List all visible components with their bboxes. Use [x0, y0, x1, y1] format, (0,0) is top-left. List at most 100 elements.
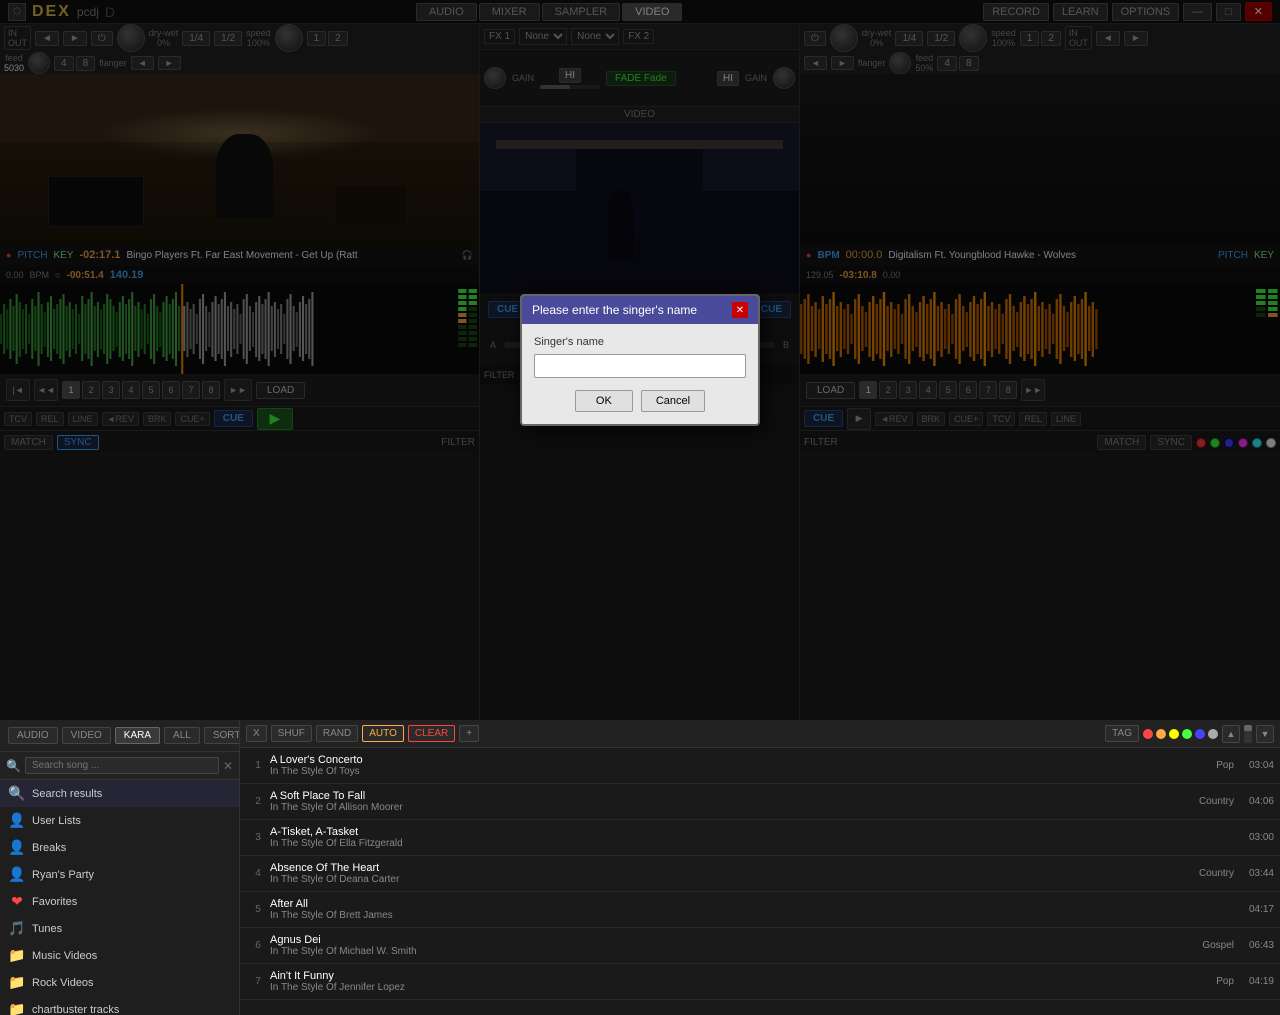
- track-num: 4: [246, 868, 270, 879]
- tag-color-orange[interactable]: [1156, 729, 1166, 739]
- track-artist: In The Style Of Ella Fitzgerald: [270, 838, 1164, 849]
- favorites-icon: ❤: [8, 893, 26, 910]
- track-artist: In The Style Of Michael W. Smith: [270, 946, 1164, 957]
- tag-color-yellow[interactable]: [1169, 729, 1179, 739]
- music-videos-icon: 📁: [8, 947, 26, 964]
- pl-clear-btn[interactable]: CLEAR: [408, 725, 455, 742]
- track-title: Ain't It Funny: [270, 970, 1164, 982]
- table-row[interactable]: 7 Ain't It Funny In The Style Of Jennife…: [240, 964, 1280, 1000]
- sidebar-item-ryans-party[interactable]: 👤 Ryan's Party: [0, 861, 239, 888]
- breaks-icon: 👤: [8, 839, 26, 856]
- sidebar-item-search-results[interactable]: 🔍 Search results: [0, 780, 239, 807]
- track-title: A Soft Place To Fall: [270, 790, 1164, 802]
- sidebar-item-user-lists[interactable]: 👤 User Lists: [0, 807, 239, 834]
- modal-buttons: OK Cancel: [534, 390, 746, 412]
- track-title: A Lover's Concerto: [270, 754, 1164, 766]
- playlist-section: X SHUF RAND AUTO CLEAR + TAG ▲ ▼: [240, 720, 1280, 1015]
- track-info: A Lover's Concerto In The Style Of Toys: [270, 754, 1164, 777]
- tag-color-gray[interactable]: [1208, 729, 1218, 739]
- sidebar-item-chartbuster[interactable]: 📁 chartbuster tracks: [0, 996, 239, 1015]
- tab-audio[interactable]: AUDIO: [8, 727, 58, 744]
- track-duration: 03:04: [1234, 760, 1274, 771]
- chartbuster-icon: 📁: [8, 1001, 26, 1015]
- track-num: 3: [246, 832, 270, 843]
- sidebar-item-music-videos[interactable]: 📁 Music Videos: [0, 942, 239, 969]
- tab-sort[interactable]: SORT: [204, 727, 240, 744]
- playlist-scrollbar[interactable]: [1244, 725, 1252, 743]
- track-title: Absence Of The Heart: [270, 862, 1164, 874]
- pl-shuf-btn[interactable]: SHUF: [271, 725, 312, 742]
- sidebar-music-videos-label: Music Videos: [32, 950, 97, 962]
- table-row[interactable]: 1 A Lover's Concerto In The Style Of Toy…: [240, 748, 1280, 784]
- track-num: 1: [246, 760, 270, 771]
- tag-color-red[interactable]: [1143, 729, 1153, 739]
- pl-add-btn[interactable]: +: [459, 725, 479, 742]
- sidebar-ryans-party-label: Ryan's Party: [32, 869, 94, 881]
- track-genre: Pop: [1164, 976, 1234, 987]
- pl-rand-btn[interactable]: RAND: [316, 725, 358, 742]
- modal-ok-button[interactable]: OK: [575, 390, 633, 412]
- sidebar-tunes-label: Tunes: [32, 923, 62, 935]
- search-row: 🔍 ✕: [0, 752, 239, 780]
- modal-cancel-button[interactable]: Cancel: [641, 390, 705, 412]
- track-list: 1 A Lover's Concerto In The Style Of Toy…: [240, 748, 1280, 1015]
- sidebar-tabs: AUDIO VIDEO KARA ALL SORT: [0, 720, 239, 752]
- sidebar-chartbuster-label: chartbuster tracks: [32, 1004, 119, 1015]
- track-duration: 03:44: [1234, 868, 1274, 879]
- tunes-icon: 🎵: [8, 920, 26, 937]
- sidebar-item-tunes[interactable]: 🎵 Tunes: [0, 915, 239, 942]
- search-icon: 🔍: [6, 759, 21, 773]
- track-genre: Country: [1164, 796, 1234, 807]
- track-num: 2: [246, 796, 270, 807]
- track-duration: 03:00: [1234, 832, 1274, 843]
- track-artist: In The Style Of Jennifer Lopez: [270, 982, 1164, 993]
- user-lists-icon: 👤: [8, 812, 26, 829]
- sidebar-rock-videos-label: Rock Videos: [32, 977, 94, 989]
- modal-singer-input[interactable]: [534, 354, 746, 378]
- track-artist: In The Style Of Toys: [270, 766, 1164, 777]
- track-info: Absence Of The Heart In The Style Of Dea…: [270, 862, 1164, 885]
- sidebar-favorites-label: Favorites: [32, 896, 77, 908]
- tab-video[interactable]: VIDEO: [62, 727, 111, 744]
- pl-x-btn[interactable]: X: [246, 725, 267, 742]
- track-info: A Soft Place To Fall In The Style Of All…: [270, 790, 1164, 813]
- tab-all[interactable]: ALL: [164, 727, 200, 744]
- search-results-icon: 🔍: [8, 785, 26, 802]
- table-row[interactable]: 4 Absence Of The Heart In The Style Of D…: [240, 856, 1280, 892]
- scroll-down-btn[interactable]: ▼: [1256, 725, 1274, 743]
- table-row[interactable]: 5 After All In The Style Of Brett James …: [240, 892, 1280, 928]
- table-row[interactable]: 3 A-Tisket, A-Tasket In The Style Of Ell…: [240, 820, 1280, 856]
- bottom-section: AUDIO VIDEO KARA ALL SORT 🔍 ✕ 🔍 Search r…: [0, 720, 1280, 1015]
- ryans-party-icon: 👤: [8, 866, 26, 883]
- table-row[interactable]: 2 A Soft Place To Fall In The Style Of A…: [240, 784, 1280, 820]
- tab-kara[interactable]: KARA: [115, 727, 160, 744]
- sidebar-item-breaks[interactable]: 👤 Breaks: [0, 834, 239, 861]
- search-input[interactable]: [25, 757, 219, 774]
- table-row[interactable]: 6 Agnus Dei In The Style Of Michael W. S…: [240, 928, 1280, 964]
- modal-body: Singer's name OK Cancel: [522, 324, 758, 424]
- modal-close-button[interactable]: ✕: [732, 302, 748, 318]
- pl-auto-btn[interactable]: AUTO: [362, 725, 404, 742]
- rock-videos-icon: 📁: [8, 974, 26, 991]
- singer-name-dialog: Please enter the singer's name ✕ Singer'…: [520, 294, 760, 426]
- scroll-up-btn[interactable]: ▲: [1222, 725, 1240, 743]
- pl-tag-btn[interactable]: TAG: [1105, 725, 1139, 742]
- track-duration: 04:17: [1234, 904, 1274, 915]
- track-info: A-Tisket, A-Tasket In The Style Of Ella …: [270, 826, 1164, 849]
- tag-color-blue[interactable]: [1195, 729, 1205, 739]
- sidebar-item-favorites[interactable]: ❤ Favorites: [0, 888, 239, 915]
- tag-color-green[interactable]: [1182, 729, 1192, 739]
- modal-overlay: Please enter the singer's name ✕ Singer'…: [0, 0, 1280, 720]
- track-num: 6: [246, 940, 270, 951]
- track-genre: Gospel: [1164, 940, 1234, 951]
- track-num: 7: [246, 976, 270, 987]
- track-duration: 04:06: [1234, 796, 1274, 807]
- track-artist: In The Style Of Brett James: [270, 910, 1164, 921]
- playlist-controls: X SHUF RAND AUTO CLEAR + TAG ▲ ▼: [240, 720, 1280, 748]
- track-info: Agnus Dei In The Style Of Michael W. Smi…: [270, 934, 1164, 957]
- sidebar: AUDIO VIDEO KARA ALL SORT 🔍 ✕ 🔍 Search r…: [0, 720, 240, 1015]
- sidebar-user-lists-label: User Lists: [32, 815, 81, 827]
- sidebar-item-rock-videos[interactable]: 📁 Rock Videos: [0, 969, 239, 996]
- search-clear-icon[interactable]: ✕: [223, 759, 233, 773]
- track-title: After All: [270, 898, 1164, 910]
